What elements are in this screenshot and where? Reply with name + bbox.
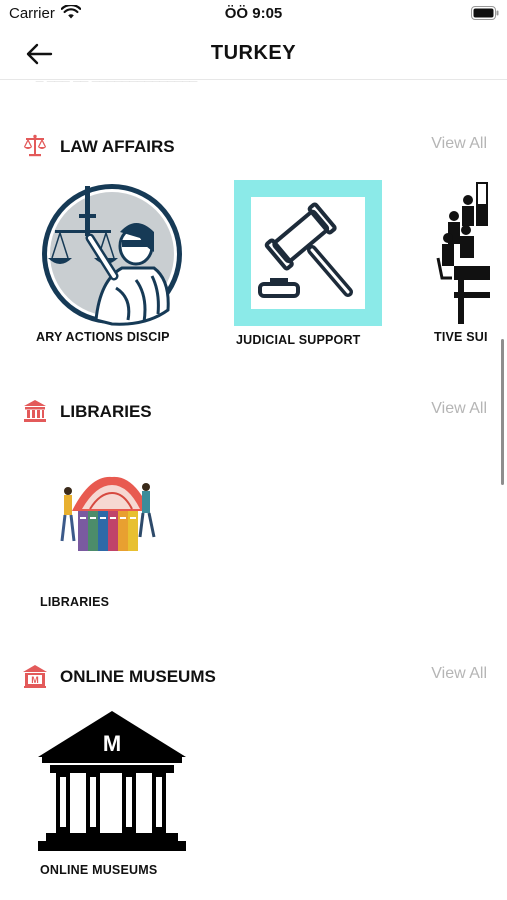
screen: Carrier ÖÖ 9:05 TURKEY ━ ━━ [0, 0, 507, 900]
scales-icon [22, 133, 48, 159]
section-header-law-affairs: LAW AFFAIRS View All [0, 133, 507, 163]
libraries-card-label: LIBRARIES [40, 595, 110, 609]
section-title-online-museums: ONLINE MUSEUMS [60, 667, 216, 686]
law-card-judicial-support[interactable]: JUDICIAL SUPPORT [234, 180, 382, 360]
section-header-online-museums: M ONLINE MUSEUMS View All [0, 663, 507, 693]
law-card-administrative-support[interactable]: TIVE SUI [434, 178, 490, 358]
section-header-libraries: LIBRARIES View All [0, 398, 507, 428]
status-bar: Carrier ÖÖ 9:05 [0, 0, 507, 28]
museum-building-icon: M [36, 709, 188, 864]
libraries-card[interactable]: LIBRARIES [36, 443, 188, 623]
section-title-law-affairs: LAW AFFAIRS [60, 137, 175, 156]
law-card-label: TIVE SUI [434, 330, 488, 344]
online-museums-card-label: ONLINE MUSEUMS [40, 863, 158, 877]
nav-bar: TURKEY [0, 28, 507, 80]
view-all-online-museums-button[interactable]: View All [431, 665, 487, 683]
law-card-label: ARY ACTIONS DISCIP [36, 330, 170, 344]
museum-emblem: M [103, 731, 121, 756]
section-title-libraries: LIBRARIES [60, 402, 152, 421]
museum-icon: M [22, 663, 48, 689]
scroll-indicator[interactable] [501, 339, 504, 485]
status-time: ÖÖ 9:05 [224, 5, 283, 22]
lady-justice-icon [36, 180, 188, 333]
law-card-disciplinary-actions[interactable]: ARY ACTIONS DISCIP [36, 178, 188, 358]
books-icon [60, 471, 160, 566]
battery-icon [471, 6, 499, 25]
law-card-label: JUDICIAL SUPPORT [236, 333, 361, 347]
gavel-icon [234, 180, 382, 331]
courtroom-icon [434, 180, 490, 333]
page-title: TURKEY [210, 42, 297, 64]
online-museums-card[interactable]: M ONLINE MUSEUMS [36, 709, 188, 889]
view-all-libraries-button[interactable]: View All [431, 400, 487, 418]
clipped-previous-label: ━ ━━━ ━━ ━━━━━━━━━━━━━━ [36, 81, 197, 87]
library-building-icon [22, 398, 48, 424]
content-scroll-area[interactable]: ━ ━━━ ━━ ━━━━━━━━━━━━━━ LAW AFFAIRS View… [0, 81, 507, 900]
svg-text:M: M [31, 675, 39, 685]
view-all-law-affairs-button[interactable]: View All [431, 135, 487, 153]
